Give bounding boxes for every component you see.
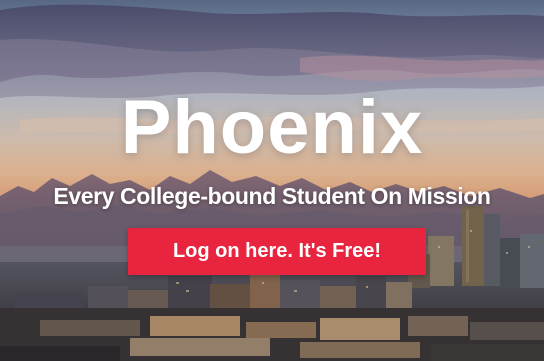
page-title: Phoenix bbox=[120, 85, 424, 170]
hero-section: Phoenix Every College-bound Student On M… bbox=[0, 0, 544, 361]
hero-tagline: Every College-bound Student On Mission bbox=[53, 183, 491, 209]
login-free-button[interactable]: Log on here. It's Free! bbox=[128, 228, 426, 275]
